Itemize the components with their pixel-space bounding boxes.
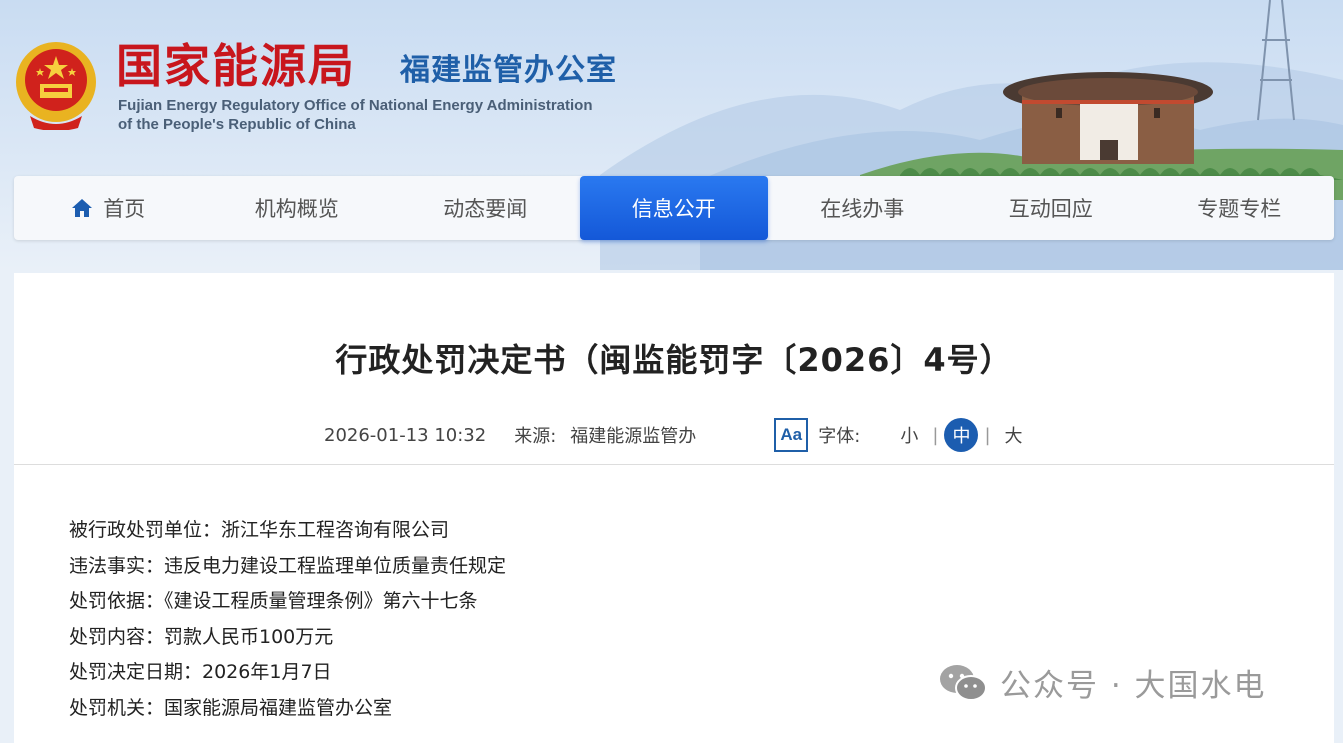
violation-facts: 违法事实：违反电力建设工程监理单位质量责任规定 (69, 554, 507, 577)
source-value: 福建能源监管办 (570, 426, 697, 447)
main-nav: 首页 机构概览 动态要闻 信息公开 在线办事 互动回应 专题专栏 (14, 176, 1334, 240)
nav-item-label: 在线办事 (820, 197, 905, 221)
font-size-large[interactable]: 大 (995, 422, 1033, 448)
penalty-content: 处罚内容：罚款人民币100万元 (69, 625, 334, 648)
publish-datetime: 2026-01-13 10:32 (324, 424, 487, 446)
penalty-authority: 处罚机关：国家能源局福建监管办公室 (69, 696, 393, 719)
nav-item-news[interactable]: 动态要闻 (391, 176, 580, 240)
national-emblem-icon (16, 42, 96, 130)
watermark-text: 公众号 · 大国水电 (1000, 668, 1267, 704)
nav-item-interaction[interactable]: 互动回应 (957, 176, 1146, 240)
home-icon (72, 199, 93, 217)
wechat-icon (940, 664, 987, 701)
nav-item-label: 信息公开 (631, 197, 716, 221)
nav-item-home[interactable]: 首页 (14, 176, 203, 240)
penalty-basis: 处罚依据：《建设工程质量管理条例》第六十七条 (69, 590, 478, 612)
article-title: 行政处罚决定书（闽监能罚字〔2026〕4号） (335, 341, 1013, 379)
font-size-label: 字体: (818, 426, 861, 447)
article-meta: 2026-01-13 10:32 来源: 福建能源监管办 Aa 字体: 小 | … (324, 418, 1037, 452)
penalized-unit: 被行政处罚单位：浙江华东工程咨询有限公司 (69, 519, 450, 541)
divider (14, 464, 1334, 465)
nav-item-label: 动态要闻 (443, 197, 528, 221)
org-name: 国家能源局 (116, 39, 356, 93)
english-line-2: of the People's Republic of China (118, 116, 356, 133)
nav-item-overview[interactable]: 机构概览 (203, 176, 392, 240)
office-name: 福建监管办公室 (400, 53, 617, 88)
font-size-small[interactable]: 小 (890, 422, 928, 448)
font-size-icon: Aa (774, 418, 809, 452)
article-body: 被行政处罚单位：浙江华东工程咨询有限公司 违法事实：违反电力建设工程监理单位质量… (69, 513, 969, 726)
nav-item-special-topics[interactable]: 专题专栏 (1145, 176, 1334, 240)
separator: | (984, 424, 991, 446)
nav-item-label: 首页 (103, 197, 146, 221)
source-label: 来源: (514, 426, 557, 447)
separator: | (932, 424, 939, 446)
english-org-name: Fujian Energy Regulatory Office of Natio… (118, 96, 593, 134)
decision-date: 处罚决定日期：2026年1月7日 (69, 661, 332, 683)
nav-item-label: 互动回应 (1008, 197, 1093, 221)
nav-item-info-disclosure[interactable]: 信息公开 (579, 176, 768, 240)
font-size-medium[interactable]: 中 (944, 418, 979, 452)
watermark: 公众号 · 大国水电 (938, 660, 1267, 705)
nav-item-online-services[interactable]: 在线办事 (768, 176, 957, 240)
nav-item-label: 机构概览 (254, 197, 339, 221)
nav-item-label: 专题专栏 (1197, 197, 1282, 221)
english-line-1: Fujian Energy Regulatory Office of Natio… (118, 97, 593, 114)
